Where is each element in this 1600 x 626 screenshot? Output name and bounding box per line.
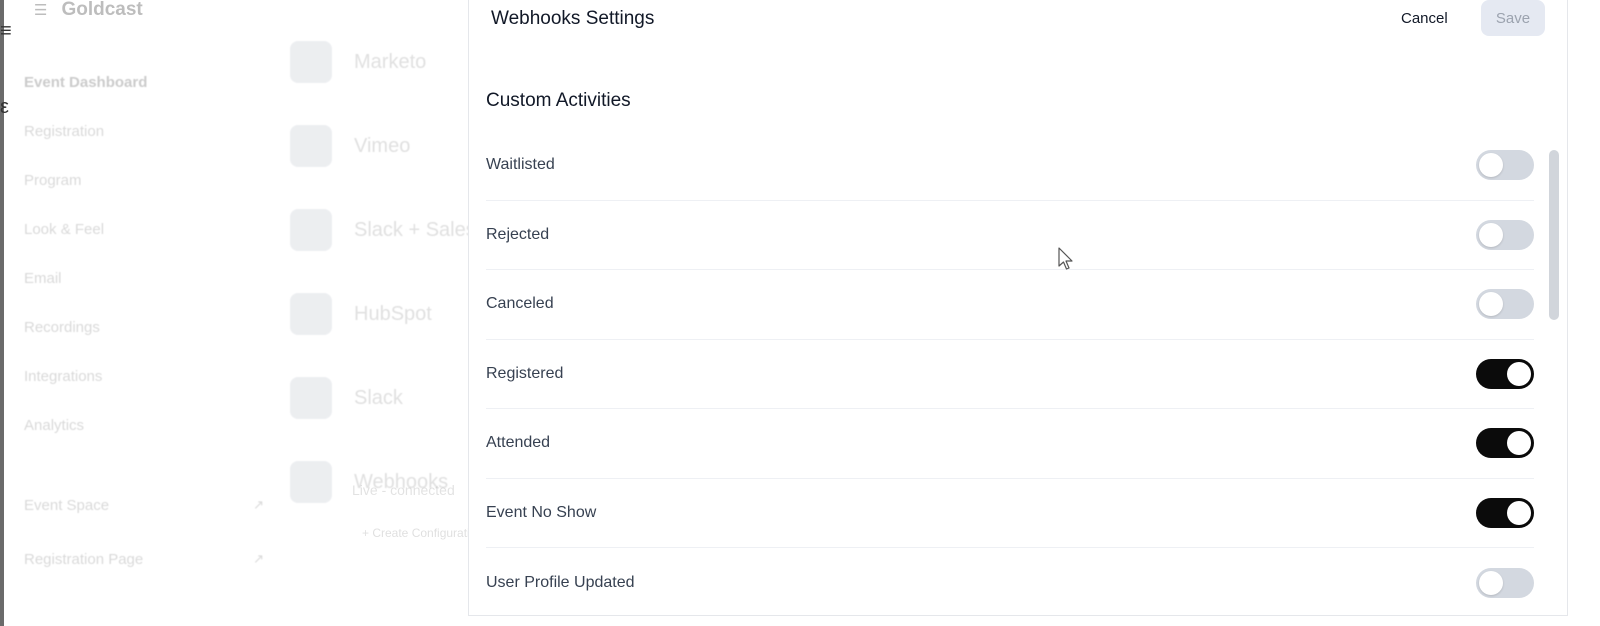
registered-toggle[interactable] <box>1476 358 1534 389</box>
edge-glyph: ε <box>0 96 9 118</box>
app-logo: Goldcast <box>61 0 143 20</box>
toggle-knob <box>1507 431 1531 456</box>
activity-row-rejected: Rejected <box>486 201 1534 270</box>
canceled-toggle[interactable] <box>1476 289 1534 320</box>
cancel-button[interactable]: Cancel <box>1393 6 1456 30</box>
sidebar-nav: Event Dashboard Registration Program Loo… <box>24 58 264 450</box>
save-button[interactable]: Save <box>1481 0 1545 36</box>
sidebar-item-look-feel[interactable]: Look & Feel <box>24 205 264 254</box>
right-edge <box>1568 0 1600 626</box>
sidebar-item-recordings[interactable]: Recordings <box>24 303 264 352</box>
activity-list: Waitlisted Rejected Canceled Registered … <box>486 131 1534 618</box>
panel-title: Webhooks Settings <box>491 8 655 29</box>
mouse-cursor-icon <box>1058 247 1073 270</box>
waitlisted-toggle[interactable] <box>1476 150 1534 181</box>
attended-toggle[interactable] <box>1476 428 1534 459</box>
toggle-knob <box>1507 361 1531 386</box>
activity-row-canceled: Canceled <box>486 270 1534 340</box>
activity-row-event-no-show: Event No Show <box>486 479 1534 548</box>
external-link-icon: ↗ <box>253 551 264 566</box>
panel-scrollbar[interactable] <box>1549 150 1559 320</box>
sidebar-link-registration-page[interactable]: Registration Page ↗ <box>24 532 264 586</box>
activity-row-registered: Registered <box>486 340 1534 409</box>
sidebar-item-analytics[interactable]: Analytics <box>24 401 264 450</box>
toggle-knob <box>1479 222 1503 247</box>
marketo-logo-icon <box>290 41 332 83</box>
section-title: Custom Activities <box>486 90 631 111</box>
sidebar-item-email[interactable]: Email <box>24 254 264 303</box>
toggle-knob <box>1479 153 1503 178</box>
sidebar-item-program[interactable]: Program <box>24 156 264 205</box>
vimeo-logo-icon <box>290 125 332 167</box>
panel-header: Webhooks Settings Cancel Save <box>469 0 1567 36</box>
app-topbar: ☰ Goldcast <box>34 0 143 20</box>
activity-label: Waitlisted <box>486 156 555 174</box>
sidebar-links: Event Space ↗ Registration Page ↗ <box>24 478 264 586</box>
slack-logo-icon <box>290 377 332 419</box>
background-app: ≡ ε ☰ Goldcast Event Dashboard Registrat… <box>0 0 470 626</box>
toggle-knob <box>1479 570 1503 595</box>
toggle-knob <box>1507 500 1531 525</box>
scrollbar-thumb[interactable] <box>1549 150 1559 320</box>
sidebar-item-event-dashboard[interactable]: Event Dashboard <box>24 58 264 107</box>
hamburger-icon[interactable]: ☰ <box>34 1 47 19</box>
integration-vimeo[interactable]: Vimeo <box>290 104 470 188</box>
activity-label: Registered <box>486 364 564 382</box>
toggle-knob <box>1479 292 1503 317</box>
hubspot-logo-icon <box>290 293 332 335</box>
integration-marketo[interactable]: Marketo <box>290 20 470 104</box>
external-link-icon: ↗ <box>253 497 264 512</box>
activity-label: Attended <box>486 434 551 452</box>
sidebar-item-integrations[interactable]: Integrations <box>24 352 264 401</box>
left-edge-strip <box>0 0 4 626</box>
edge-glyph: ≡ <box>0 20 12 42</box>
sidebar-item-registration[interactable]: Registration <box>24 107 264 156</box>
activity-label: User Profile Updated <box>486 573 635 591</box>
activity-label: Rejected <box>486 225 550 243</box>
integration-slack[interactable]: Slack <box>290 356 470 440</box>
integrations-list: Marketo Vimeo Slack + Salesforce HubSpot… <box>290 20 470 524</box>
webhooks-settings-panel: Webhooks Settings Cancel Save Custom Act… <box>468 0 1568 616</box>
rejected-toggle[interactable] <box>1476 219 1534 250</box>
sidebar-link-event-space[interactable]: Event Space ↗ <box>24 478 264 532</box>
create-configuration-link[interactable]: + Create Configuration <box>362 526 470 540</box>
event-no-show-toggle[interactable] <box>1476 497 1534 528</box>
slack-salesforce-logo-icon <box>290 209 332 251</box>
activity-row-user-profile-updated: User Profile Updated <box>486 548 1534 618</box>
integration-slack-salesforce[interactable]: Slack + Salesforce <box>290 188 470 272</box>
activity-row-waitlisted: Waitlisted <box>486 131 1534 201</box>
user-profile-updated-toggle[interactable] <box>1476 567 1534 598</box>
activity-label: Canceled <box>486 295 554 313</box>
integration-hubspot[interactable]: HubSpot <box>290 272 470 356</box>
activity-label: Event No Show <box>486 503 597 521</box>
integration-status: Live - connected <box>352 482 455 498</box>
webhooks-logo-icon <box>290 461 332 503</box>
activity-row-attended: Attended <box>486 409 1534 479</box>
